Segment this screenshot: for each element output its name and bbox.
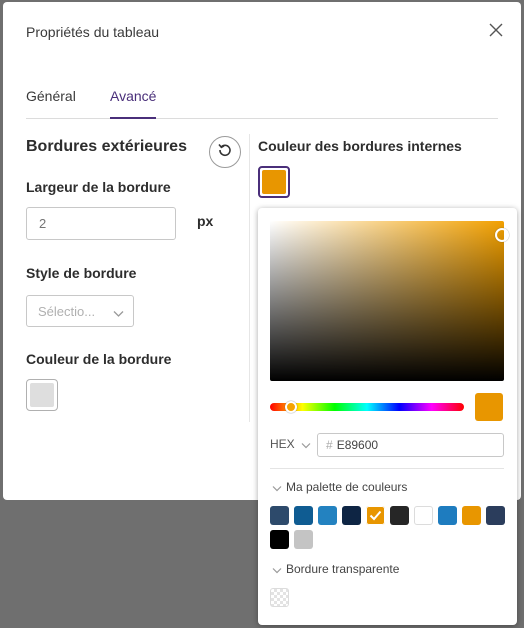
close-icon[interactable]: [488, 22, 504, 38]
hex-input[interactable]: # E89600: [317, 433, 504, 457]
inner-border-color-swatch[interactable]: [258, 166, 290, 198]
hex-prefix: #: [326, 438, 333, 452]
saturation-value-area[interactable]: [270, 221, 504, 381]
chevron-down-icon: [272, 481, 282, 495]
checkmark-icon: [369, 509, 382, 527]
hue-slider-handle[interactable]: [285, 401, 297, 413]
transparent-title: Bordure transparente: [286, 562, 400, 576]
palette-swatch[interactable]: [270, 506, 289, 525]
palette-swatch[interactable]: [342, 506, 361, 525]
transparent-section-toggle[interactable]: Bordure transparente: [272, 562, 399, 577]
palette-swatch[interactable]: [366, 506, 385, 525]
palette-swatch[interactable]: [294, 506, 313, 525]
color-format-dropdown[interactable]: HEX: [270, 437, 311, 452]
palette-swatch[interactable]: [414, 506, 433, 525]
palette-swatch[interactable]: [462, 506, 481, 525]
border-width-label: Largeur de la bordure: [26, 179, 171, 195]
border-color-fill: [30, 383, 54, 407]
tab-advanced[interactable]: Avancé: [110, 88, 157, 119]
chevron-down-icon: [272, 563, 282, 577]
border-color-label: Couleur de la bordure: [26, 351, 172, 367]
palette-swatch[interactable]: [294, 530, 313, 549]
reset-icon: [217, 142, 233, 163]
border-width-input[interactable]: [26, 207, 176, 240]
border-width-unit: px: [197, 213, 214, 229]
inner-borders-heading: Couleur des bordures internes: [258, 138, 462, 154]
chevron-down-icon: [113, 306, 124, 321]
picker-divider: [270, 468, 504, 469]
outer-borders-heading: Bordures extérieures: [26, 138, 187, 155]
border-style-label: Style de bordure: [26, 265, 137, 281]
palette-swatch[interactable]: [438, 506, 457, 525]
palette-swatch[interactable]: [486, 506, 505, 525]
reset-button[interactable]: [209, 136, 241, 168]
color-preview: [475, 393, 503, 421]
hex-value: E89600: [336, 438, 379, 452]
palette-swatch[interactable]: [270, 530, 289, 549]
palette-title: Ma palette de couleurs: [286, 480, 408, 494]
tab-general[interactable]: Général: [26, 88, 76, 112]
border-style-select[interactable]: Sélectio...: [26, 295, 134, 327]
palette-section-toggle[interactable]: Ma palette de couleurs: [272, 480, 407, 495]
color-picker-popover: HEX # E89600 Ma palette de couleurs Bordu…: [258, 208, 517, 625]
saturation-handle[interactable]: [495, 228, 509, 242]
tabs-bar: Général Avancé: [26, 88, 498, 119]
inner-border-color-fill: [262, 170, 286, 194]
palette-swatch[interactable]: [390, 506, 409, 525]
dialog-title: Propriétés du tableau: [26, 24, 160, 40]
palette-swatch[interactable]: [318, 506, 337, 525]
border-style-placeholder: Sélectio...: [38, 304, 96, 319]
hue-slider[interactable]: [270, 403, 464, 411]
border-color-swatch[interactable]: [26, 379, 58, 411]
column-divider: [249, 134, 250, 422]
color-format-label: HEX: [270, 437, 295, 451]
transparent-border-swatch[interactable]: [270, 588, 289, 607]
chevron-down-icon: [301, 438, 311, 452]
